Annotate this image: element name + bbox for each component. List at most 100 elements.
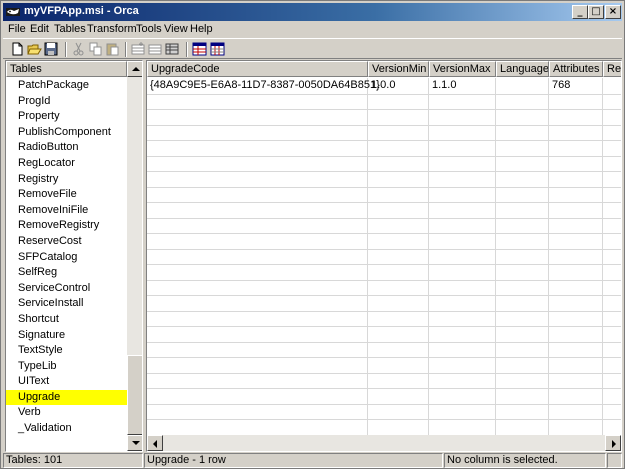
column-header-remove[interactable]: Re [603, 61, 621, 77]
toolbar-separator [65, 42, 67, 57]
scroll-left-button[interactable] [147, 435, 163, 451]
menu-edit[interactable]: Edit [30, 22, 49, 37]
grid-line [147, 248, 621, 250]
copy-icon[interactable] [87, 41, 104, 57]
rows-horizontal-scrollbar[interactable] [147, 435, 621, 451]
cut-icon[interactable] [70, 41, 87, 57]
column-header-attributes[interactable]: Attributes [549, 61, 603, 77]
tables-pane: Tables PatchPackage ProgId Property Publ… [5, 60, 143, 452]
maximize-button[interactable]: □ [588, 5, 604, 19]
menu-help[interactable]: Help [190, 22, 213, 37]
grid-line [147, 155, 621, 157]
status-tables-count: Tables: 101 [3, 453, 143, 468]
grid-line [147, 341, 621, 343]
maximize-icon: □ [591, 6, 601, 17]
paste-icon[interactable] [104, 41, 121, 57]
title-bar[interactable]: myVFPApp.msi - Orca _ □ × [3, 3, 622, 21]
table-item-removeinifile[interactable]: RemoveIniFile [6, 203, 127, 219]
scroll-right-button[interactable] [605, 435, 621, 451]
column-header-versionmin[interactable]: VersionMin [368, 61, 429, 77]
arrow-up-icon [132, 67, 140, 71]
status-table-info: Upgrade - 1 row [144, 453, 443, 468]
table-item-sfpcatalog[interactable]: SFPCatalog [6, 250, 127, 266]
column-header-versionmax[interactable]: VersionMax [429, 61, 496, 77]
menu-tables[interactable]: Tables [54, 22, 86, 37]
toolbar-separator [125, 42, 127, 57]
menu-view[interactable]: View [164, 22, 188, 37]
rows-pane: UpgradeCode VersionMin VersionMax Langua… [146, 60, 622, 452]
grid-line [147, 186, 621, 188]
grid-line [147, 109, 621, 110]
table-item-verb[interactable]: Verb [6, 405, 127, 421]
grid-line [147, 419, 621, 420]
arrow-left-icon [153, 440, 157, 448]
cell-versionmax[interactable]: 1.1.0 [429, 78, 495, 93]
tables-vertical-scrollbar[interactable] [127, 61, 142, 451]
table-item-serviceinstall[interactable]: ServiceInstall [6, 296, 127, 312]
table-item-reservecost[interactable]: ReserveCost [6, 234, 127, 250]
grid-line [147, 171, 621, 172]
table-item-publishcomponent[interactable]: PublishComponent [6, 125, 127, 141]
table-item-validation[interactable]: _Validation [6, 421, 127, 437]
tables-grid-icon[interactable] [191, 41, 208, 57]
close-button[interactable]: × [605, 5, 621, 19]
grid-line [147, 233, 621, 234]
menu-transform[interactable]: Transform [87, 22, 137, 37]
grid-line [147, 93, 621, 95]
table-item-radiobutton[interactable]: RadioButton [6, 140, 127, 156]
menu-file[interactable]: File [8, 22, 26, 37]
table-item-patchpackage[interactable]: PatchPackage [6, 78, 127, 94]
cell-language[interactable] [496, 78, 548, 93]
grid-line [147, 202, 621, 203]
tables-header[interactable]: Tables [6, 61, 127, 77]
orca-app-icon [6, 5, 20, 19]
scroll-down-button[interactable] [127, 435, 142, 451]
table-item-progid[interactable]: ProgId [6, 94, 127, 110]
drop-row-icon[interactable] [147, 41, 164, 57]
column-header-upgradecode[interactable]: UpgradeCode [147, 61, 368, 77]
menu-tools[interactable]: Tools [136, 22, 162, 37]
save-disk-icon[interactable] [43, 41, 60, 57]
table-item-textstyle[interactable]: TextStyle [6, 343, 127, 359]
table-item-removefile[interactable]: RemoveFile [6, 187, 127, 203]
table-item-registry[interactable]: Registry [6, 172, 127, 188]
tables-list: PatchPackage ProgId Property PublishComp… [6, 78, 127, 437]
rows-grid: {48A9C9E5-E6A8-11D7-8387-0050DA64B851} 1… [147, 78, 621, 435]
cell-versionmin[interactable]: 1.0.0 [368, 78, 428, 93]
table-item-shortcut[interactable]: Shortcut [6, 312, 127, 328]
grid-line [147, 124, 621, 126]
cell-remove[interactable] [603, 78, 621, 93]
columns-grid-icon[interactable] [209, 41, 226, 57]
cell-upgradecode[interactable]: {48A9C9E5-E6A8-11D7-8387-0050DA64B851} [147, 78, 380, 93]
table-item-signature[interactable]: Signature [6, 328, 127, 344]
open-folder-icon[interactable] [26, 41, 43, 57]
minimize-button[interactable]: _ [572, 5, 588, 19]
table-item-upgrade[interactable]: Upgrade [6, 389, 127, 406]
find-icon[interactable] [164, 41, 181, 57]
menu-bar: File Edit Tables Transform Tools View He… [3, 21, 622, 38]
grid-line [495, 78, 496, 435]
grid-line [147, 403, 621, 405]
toolbar-separator [186, 42, 188, 57]
table-item-reglocator[interactable]: RegLocator [6, 156, 127, 172]
grid-line [367, 78, 368, 435]
toolbar [3, 38, 622, 59]
grid-line [548, 78, 549, 435]
grid-line [147, 264, 621, 265]
table-item-property[interactable]: Property [6, 109, 127, 125]
table-item-selfreg[interactable]: SelfReg [6, 265, 127, 281]
tables-scroll-thumb[interactable] [127, 355, 142, 435]
table-item-removeregistry[interactable]: RemoveRegistry [6, 218, 127, 234]
column-header-language[interactable]: Language [496, 61, 549, 77]
new-file-icon[interactable] [9, 41, 26, 57]
table-item-servicecontrol[interactable]: ServiceControl [6, 281, 127, 297]
resize-grip[interactable] [607, 453, 622, 468]
table-item-typelib[interactable]: TypeLib [6, 359, 127, 375]
add-row-icon[interactable] [130, 41, 147, 57]
grid-line [147, 217, 621, 219]
grid-line [147, 326, 621, 327]
cell-attributes[interactable]: 768 [549, 78, 602, 93]
table-item-uitext[interactable]: UIText [6, 374, 127, 390]
scroll-up-button[interactable] [127, 61, 142, 77]
grid-line [428, 78, 429, 435]
